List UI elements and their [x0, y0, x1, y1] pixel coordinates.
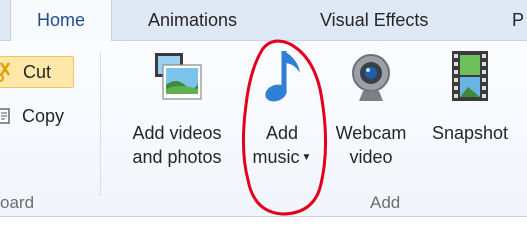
add-videos-label-line1: Add videos: [132, 123, 222, 143]
ribbon-tab-strip: Home Animations Visual Effects P: [0, 0, 527, 41]
add-music-label-line1: Add: [265, 123, 299, 143]
cut-label: Cut: [23, 61, 52, 82]
tab-partial[interactable]: P: [512, 0, 524, 40]
add-videos-photos-button[interactable]: Add videos and photos: [116, 49, 238, 169]
add-music-button[interactable]: Add music ▼: [244, 49, 320, 170]
add-group-label: Add: [370, 193, 401, 212]
copy-button[interactable]: Copy: [0, 101, 64, 131]
tab-home[interactable]: Home: [10, 0, 112, 41]
cut-button[interactable]: Cut: [0, 56, 74, 88]
copy-label: Copy: [22, 105, 65, 126]
ribbon-home-panel: Cut Copy oard Add videos and photos Add …: [0, 41, 527, 217]
snapshot-label: Snapshot: [431, 123, 509, 143]
group-separator: [100, 51, 101, 196]
tab-visual-effects[interactable]: Visual Effects: [320, 0, 428, 40]
tab-animations[interactable]: Animations: [148, 0, 237, 40]
add-music-label-text: music: [252, 147, 300, 167]
snapshot-icon: [452, 51, 488, 101]
scissors-icon: [0, 62, 11, 82]
film-photo-icon: [155, 53, 202, 100]
dropdown-arrow-icon[interactable]: ▼: [302, 152, 312, 163]
music-note-icon: [265, 51, 300, 102]
webcam-icon: [352, 54, 390, 101]
add-music-label-line2: music ▼: [244, 145, 320, 170]
content-area: [0, 217, 527, 248]
copy-icon: [0, 108, 10, 124]
snapshot-button[interactable]: Snapshot: [420, 49, 520, 145]
webcam-video-button[interactable]: Webcam video: [328, 49, 414, 169]
clipboard-group-label: oard: [0, 193, 35, 212]
add-videos-label-line2: and photos: [132, 147, 222, 167]
webcam-label-line1: Webcam: [335, 123, 407, 143]
webcam-label-line2: video: [349, 147, 393, 167]
